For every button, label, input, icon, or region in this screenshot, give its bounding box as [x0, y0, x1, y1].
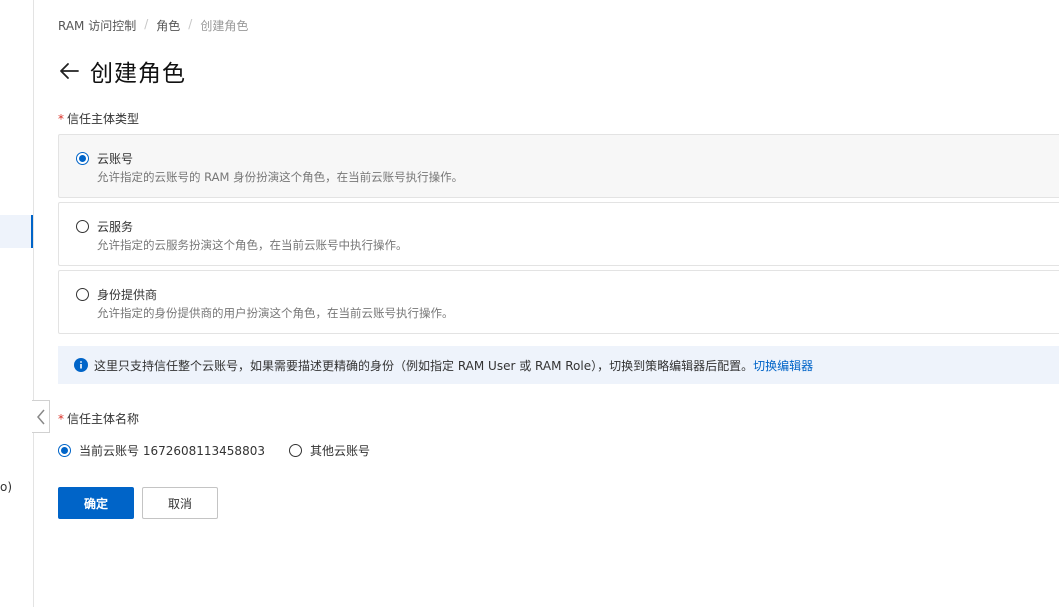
principal-option-service[interactable]: 云服务 允许指定的云服务扮演这个角色，在当前云账号中执行操作。: [58, 202, 1059, 266]
page-title: 创建角色: [90, 61, 186, 87]
required-mark: *: [58, 112, 64, 126]
principal-name-label: * 信任主体名称: [58, 410, 139, 427]
info-notice: 这里只支持信任整个云账号，如果需要描述更精确的身份（例如指定 RAM User …: [58, 346, 1059, 384]
radio-idp[interactable]: [76, 288, 89, 301]
chevron-left-icon: [36, 409, 45, 424]
option-title: 身份提供商: [97, 288, 158, 302]
sidebar: [0, 0, 34, 607]
principal-option-idp[interactable]: 身份提供商 允许指定的身份提供商的用户扮演这个角色，在当前云账号执行操作。: [58, 270, 1059, 334]
breadcrumb-item-current: 创建角色: [200, 19, 249, 33]
radio-label: 当前云账号 1672608113458803: [79, 444, 265, 458]
option-description: 允许指定的云服务扮演这个角色，在当前云账号中执行操作。: [97, 238, 408, 252]
principal-type-label: * 信任主体类型: [58, 110, 139, 127]
option-description: 允许指定的云账号的 RAM 身份扮演这个角色，在当前云账号执行操作。: [97, 170, 464, 184]
radio-label: 其他云账号: [309, 444, 370, 458]
radio-button[interactable]: [58, 444, 71, 457]
principal-type-label-text: 信任主体类型: [67, 112, 140, 126]
radio-current-account[interactable]: 当前云账号 1672608113458803: [58, 442, 265, 459]
principal-name-label-text: 信任主体名称: [67, 412, 140, 426]
option-title: 云账号: [97, 152, 134, 166]
breadcrumb-item-ram[interactable]: RAM 访问控制: [58, 17, 136, 34]
back-arrow-icon[interactable]: [58, 60, 80, 82]
info-icon: [74, 358, 88, 372]
principal-option-account[interactable]: 云账号 允许指定的云账号的 RAM 身份扮演这个角色，在当前云账号执行操作。: [58, 134, 1059, 198]
sidebar-active-item[interactable]: [0, 215, 33, 248]
radio-service[interactable]: [76, 220, 89, 233]
breadcrumb-separator: /: [188, 17, 193, 31]
required-mark: *: [58, 412, 64, 426]
breadcrumb-item-roles[interactable]: 角色: [156, 17, 180, 34]
principal-name-options: 当前云账号 1672608113458803 其他云账号: [58, 442, 370, 459]
radio-account[interactable]: [76, 152, 89, 165]
cancel-button[interactable]: 取消: [142, 487, 218, 519]
radio-button[interactable]: [288, 444, 302, 457]
sidebar-collapse-button[interactable]: [32, 400, 50, 433]
confirm-button[interactable]: 确定: [58, 487, 134, 519]
notice-text: 这里只支持信任整个云账号，如果需要描述更精确的身份（例如指定 RAM User …: [94, 358, 754, 373]
option-description: 允许指定的身份提供商的用户扮演这个角色，在当前云账号执行操作。: [97, 306, 454, 320]
radio-other-account[interactable]: 其他云账号: [288, 442, 370, 459]
sidebar-item-text: o): [0, 480, 13, 494]
page-header: 创建角色: [58, 54, 186, 88]
breadcrumb: RAM 访问控制 / 角色 / 创建角色: [58, 17, 248, 34]
breadcrumb-separator: /: [144, 17, 149, 31]
option-title: 云服务: [97, 220, 134, 234]
switch-editor-link[interactable]: 切换编辑器: [753, 357, 813, 374]
